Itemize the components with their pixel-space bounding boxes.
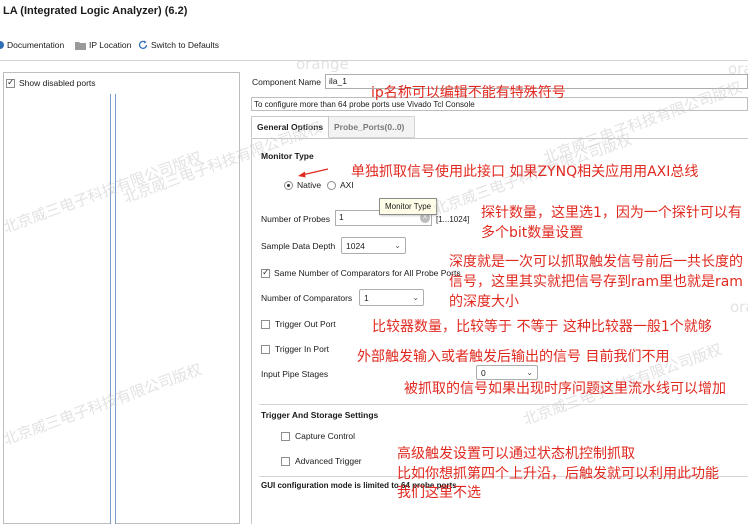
orange-watermark: orange	[296, 55, 349, 73]
window-title: LA (Integrated Logic Analyzer) (6.2)	[3, 5, 188, 17]
toolbar-divider	[0, 60, 748, 61]
same-comparators-option[interactable]: Same Number of Comparators for All Probe…	[261, 267, 461, 278]
switch-defaults-button[interactable]: Switch to Defaults	[138, 40, 219, 50]
annotation-advanced: 比如你想抓第四个上升沿，后触发就可以利用此功能	[397, 466, 719, 482]
trigger-in-option[interactable]: Trigger In Port	[261, 344, 329, 354]
advanced-trigger-checkbox[interactable]	[281, 456, 290, 466]
orange-watermark: orange	[728, 60, 748, 78]
folder-icon	[75, 41, 86, 50]
show-disabled-ports-toggle[interactable]: Show disabled ports	[6, 77, 96, 88]
section-divider	[259, 404, 748, 405]
annotation-depth: 信号，这里其实就把信号存到ram里也就是ram	[449, 274, 743, 290]
sample-depth-select[interactable]: 1024 ⌄	[341, 237, 406, 254]
annotation-comparators: 比较器数量，比较等于 不等于 这种比较器一般1个就够	[372, 319, 712, 335]
tab-probe-ports[interactable]: Probe_Ports(0..0)	[329, 116, 415, 138]
trigger-out-option[interactable]: Trigger Out Port	[261, 319, 336, 329]
annotation-native-port: 单独抓取信号使用此接口 如果ZYNQ相关应用用AXI总线	[351, 164, 699, 180]
ip-location-button[interactable]: IP Location	[75, 40, 131, 50]
axi-radio[interactable]	[327, 180, 336, 190]
show-disabled-ports-checkbox[interactable]	[6, 77, 15, 88]
annotation-triggers: 外部触发输入或者触发后输出的信号 目前我们不用	[357, 349, 670, 365]
same-comparators-checkbox[interactable]	[261, 267, 270, 278]
chevron-down-icon: ⌄	[526, 368, 533, 377]
annotation-probes: 探针数量，这里选1，因为一个探针可以有	[481, 205, 742, 221]
monitor-type-tooltip: Monitor Type	[379, 198, 438, 215]
trigger-out-checkbox[interactable]	[261, 319, 270, 329]
documentation-button[interactable]: Documentation	[0, 40, 64, 50]
documentation-icon	[0, 41, 4, 49]
num-comparators-label: Number of Comparators	[261, 293, 353, 303]
annotation-depth: 深度就是一次可以抓取触发信号前后一共长度的	[449, 254, 743, 270]
sample-depth-label: Sample Data Depth	[261, 241, 336, 251]
ila-symbol-block	[110, 94, 116, 524]
native-radio[interactable]	[284, 180, 293, 190]
annotation-depth: 的深度大小	[449, 294, 519, 310]
trigger-in-checkbox[interactable]	[261, 344, 270, 354]
annotation-probes: 多个bit数量设置	[481, 225, 584, 241]
annotation-advanced: 我们这里不选	[397, 485, 481, 501]
advanced-trigger-option[interactable]: Advanced Trigger	[281, 456, 362, 466]
symbol-panel	[3, 72, 240, 524]
annotation-advanced: 高级触发设置可以通过状态机控制抓取	[397, 446, 635, 462]
native-radio-option[interactable]: Native	[284, 180, 321, 190]
component-name-label: Component Name	[252, 77, 321, 87]
trigger-storage-heading: Trigger And Storage Settings	[261, 410, 379, 420]
axi-radio-option[interactable]: AXI	[327, 180, 354, 190]
pipe-stages-label: Input Pipe Stages	[261, 369, 329, 379]
capture-control-checkbox[interactable]	[281, 431, 290, 441]
chevron-down-icon: ⌄	[394, 241, 401, 250]
num-probes-label: Number of Probes	[261, 214, 330, 224]
annotation-ip-name: ip名称可以编辑不能有特殊符号	[371, 85, 566, 101]
annotation-pipe: 被抓取的信号如果出现时序问题这里流水线可以增加	[404, 381, 726, 397]
chevron-down-icon: ⌄	[412, 293, 419, 302]
capture-control-option[interactable]: Capture Control	[281, 431, 355, 441]
orange-watermark: orange	[730, 298, 748, 316]
num-comparators-select[interactable]: 1 ⌄	[359, 289, 424, 306]
refresh-icon	[138, 40, 148, 49]
annotation-arrow-icon	[298, 168, 329, 178]
